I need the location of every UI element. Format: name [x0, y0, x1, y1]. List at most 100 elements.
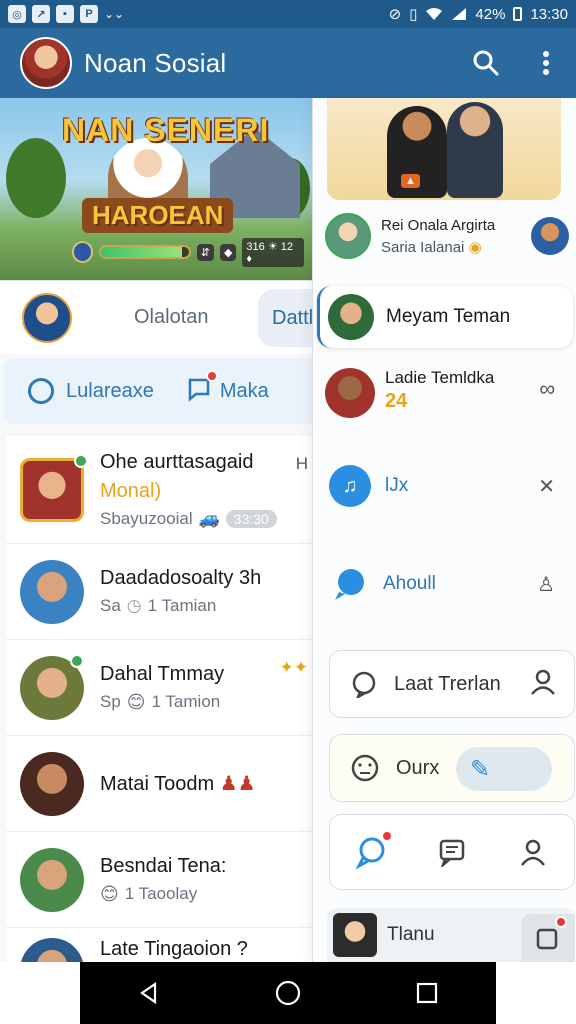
banner-title: NAN SENERI: [62, 112, 270, 148]
search-ring-icon[interactable]: [28, 378, 54, 404]
notification-dot: [205, 369, 218, 382]
chat-time: 1 Tamian: [147, 596, 217, 615]
contact-sub-text: Saria Ialanai: [381, 238, 465, 256]
vibrate-icon: ▯: [409, 6, 418, 23]
chat-filter-button[interactable]: [186, 369, 218, 407]
game-hud: ⇵ ◆ 316 ☀ 12 ♦: [72, 237, 304, 267]
energy-bar: [99, 245, 191, 259]
home-circle-icon: [275, 980, 301, 1006]
item-avatar: [333, 913, 377, 957]
tab-bar: Olalotan Dattl: [0, 280, 320, 354]
tab-secondary[interactable]: Dattl: [258, 289, 320, 347]
chat-text: Besndai Tena: 😊 1 Taoolay: [100, 855, 226, 905]
filter-label-2[interactable]: Maka: [220, 380, 269, 403]
contact-sub: Saria Ialanai ◉: [381, 238, 495, 256]
notes-button[interactable]: [432, 832, 472, 872]
nav-margin-left: [0, 962, 80, 1024]
search-button[interactable]: [470, 47, 502, 79]
chat-name: Daadadosoalty 3h: [100, 567, 262, 589]
mood-toggle[interactable]: ✎: [456, 747, 552, 791]
chat-sub-text: Sp: [100, 692, 121, 711]
energy-bar-fill: [101, 247, 182, 257]
chat-name-text: Matai Toodm: [100, 773, 215, 795]
music-note-icon: ♫: [329, 465, 371, 507]
square-icon: [536, 928, 558, 950]
photo-icon: ▪: [56, 5, 74, 23]
back-button[interactable]: [129, 973, 169, 1013]
tab-active[interactable]: Olalotan: [134, 306, 209, 329]
battery-icon: [513, 7, 523, 21]
mute-icon: ⊘: [388, 6, 402, 23]
chat-sub-text: Sbayuzooial: [100, 508, 193, 528]
drawer-icon-bar: [329, 814, 575, 890]
clock: 13:30: [530, 5, 568, 23]
drawer-bottom-item[interactable]: Tlanu: [327, 908, 575, 962]
app-bar-actions: [470, 47, 562, 79]
chat-row[interactable]: Dahal Tmmay Sp 😊 1 Tamion ✦✦: [6, 640, 312, 736]
gem-icon: [72, 241, 94, 263]
tab-avatar[interactable]: [22, 292, 72, 343]
user-icon: [530, 669, 556, 700]
chat-question-icon: [352, 671, 376, 698]
chat-row[interactable]: Daadadosoalty 3h Sa ◷ 1 Tamian: [6, 544, 312, 640]
item-text: Ladie Temldka 24: [385, 368, 494, 413]
drawer-card-last[interactable]: Laat Trerlan: [329, 650, 575, 718]
people-icon: ♟♟: [219, 773, 256, 795]
chat-sub-accent: Monal): [100, 479, 162, 502]
user-icon: [521, 839, 546, 866]
chat-text: Matai Toodm ♟♟: [100, 771, 256, 796]
chat-avatar: [20, 457, 84, 522]
battery-percent: 42%: [475, 5, 506, 23]
drawer-row-about[interactable]: Ahoull ♙: [317, 554, 573, 614]
chat-row[interactable]: Besndai Tena: 😊 1 Taoolay: [6, 832, 312, 928]
back-triangle-icon: [140, 981, 157, 1005]
chat-row[interactable]: Ohe aurttasagaid Monal) Sbayuzooial 🚙 33…: [6, 436, 312, 544]
signal-icon: [452, 8, 467, 20]
drawer-header-image[interactable]: ▲: [327, 98, 561, 200]
user-icon[interactable]: ♙: [537, 572, 555, 597]
chat-name: Matai Toodm ♟♟: [100, 771, 256, 796]
square-button[interactable]: [521, 914, 575, 962]
online-indicator: [74, 454, 88, 468]
game-banner[interactable]: NAN SENERI HAROEAN ⇵ ◆ 316 ☀ 12 ♦: [0, 98, 312, 280]
chart-icon: ↗: [32, 5, 50, 23]
drawer-contact[interactable]: Rei Onala Argirta Saria Ialanai ◉: [325, 208, 575, 264]
drawer-item-selected[interactable]: Meyam Teman: [317, 286, 573, 348]
screen: ◎ ↗ ▪ P ⌄⌄ ⊘ ▯ 42% 13:30 Noan Sosial NAN…: [0, 0, 576, 1024]
drawer-item[interactable]: Ladie Temldka 24 ∞: [317, 360, 573, 430]
system-nav-bar: [80, 962, 496, 1024]
contact-name: Rei Onala Argirta: [381, 216, 496, 234]
drawer-row-music[interactable]: ♫ lJx ✕: [317, 456, 573, 516]
drawer-item-count: 24: [385, 390, 408, 412]
chat-sub: Sbayuzooial 🚙 33:30: [100, 509, 277, 529]
chat-row[interactable]: Matai Toodm ♟♟: [6, 736, 312, 832]
overflow-menu-button[interactable]: [530, 47, 562, 79]
game-stats: 316 ☀ 12 ♦: [242, 237, 304, 267]
chat-name: Dahal Tmmay: [100, 662, 225, 685]
chat-time: 1 Taoolay: [124, 884, 198, 903]
profile-button[interactable]: [513, 832, 553, 872]
filter-label[interactable]: Lulareaxe: [66, 380, 154, 403]
chat-text: Ohe aurttasagaid Monal) Sbayuzooial 🚙 33…: [100, 451, 277, 529]
drawer-item-label: Meyam Teman: [386, 306, 511, 327]
side-drawer: ▲ Rei Onala Argirta Saria Ialanai ◉ Meya…: [312, 98, 576, 962]
wand-icon: ✎: [470, 755, 491, 783]
status-left-icons: ◎ ↗ ▪ P ⌄⌄: [8, 5, 124, 23]
recents-button[interactable]: [407, 973, 447, 1013]
contact-avatar-secondary[interactable]: [531, 217, 569, 255]
arrow-icon: ⇵: [196, 243, 214, 261]
chat-name: Ohe aurttasagaid: [100, 450, 254, 473]
item-avatar: [328, 294, 374, 340]
home-button[interactable]: [268, 973, 308, 1013]
main-panel: NAN SENERI HAROEAN ⇵ ◆ 316 ☀ 12 ♦ Olalot…: [0, 98, 320, 1004]
drawer-card-mood[interactable]: Ourx ✎: [329, 734, 575, 802]
app-bar: Noan Sosial: [0, 28, 576, 98]
chat-button[interactable]: [351, 830, 393, 872]
tree-illustration: [6, 138, 66, 218]
link-icon[interactable]: ∞: [539, 376, 555, 402]
drawer-card-label: Laat Trerlan: [394, 672, 501, 695]
profile-avatar[interactable]: [20, 37, 72, 89]
close-x-icon[interactable]: ✕: [538, 474, 555, 499]
chat-sub: Sa ◷ 1 Tamian: [100, 596, 261, 616]
smile-emoji-icon: 😊: [100, 883, 119, 904]
